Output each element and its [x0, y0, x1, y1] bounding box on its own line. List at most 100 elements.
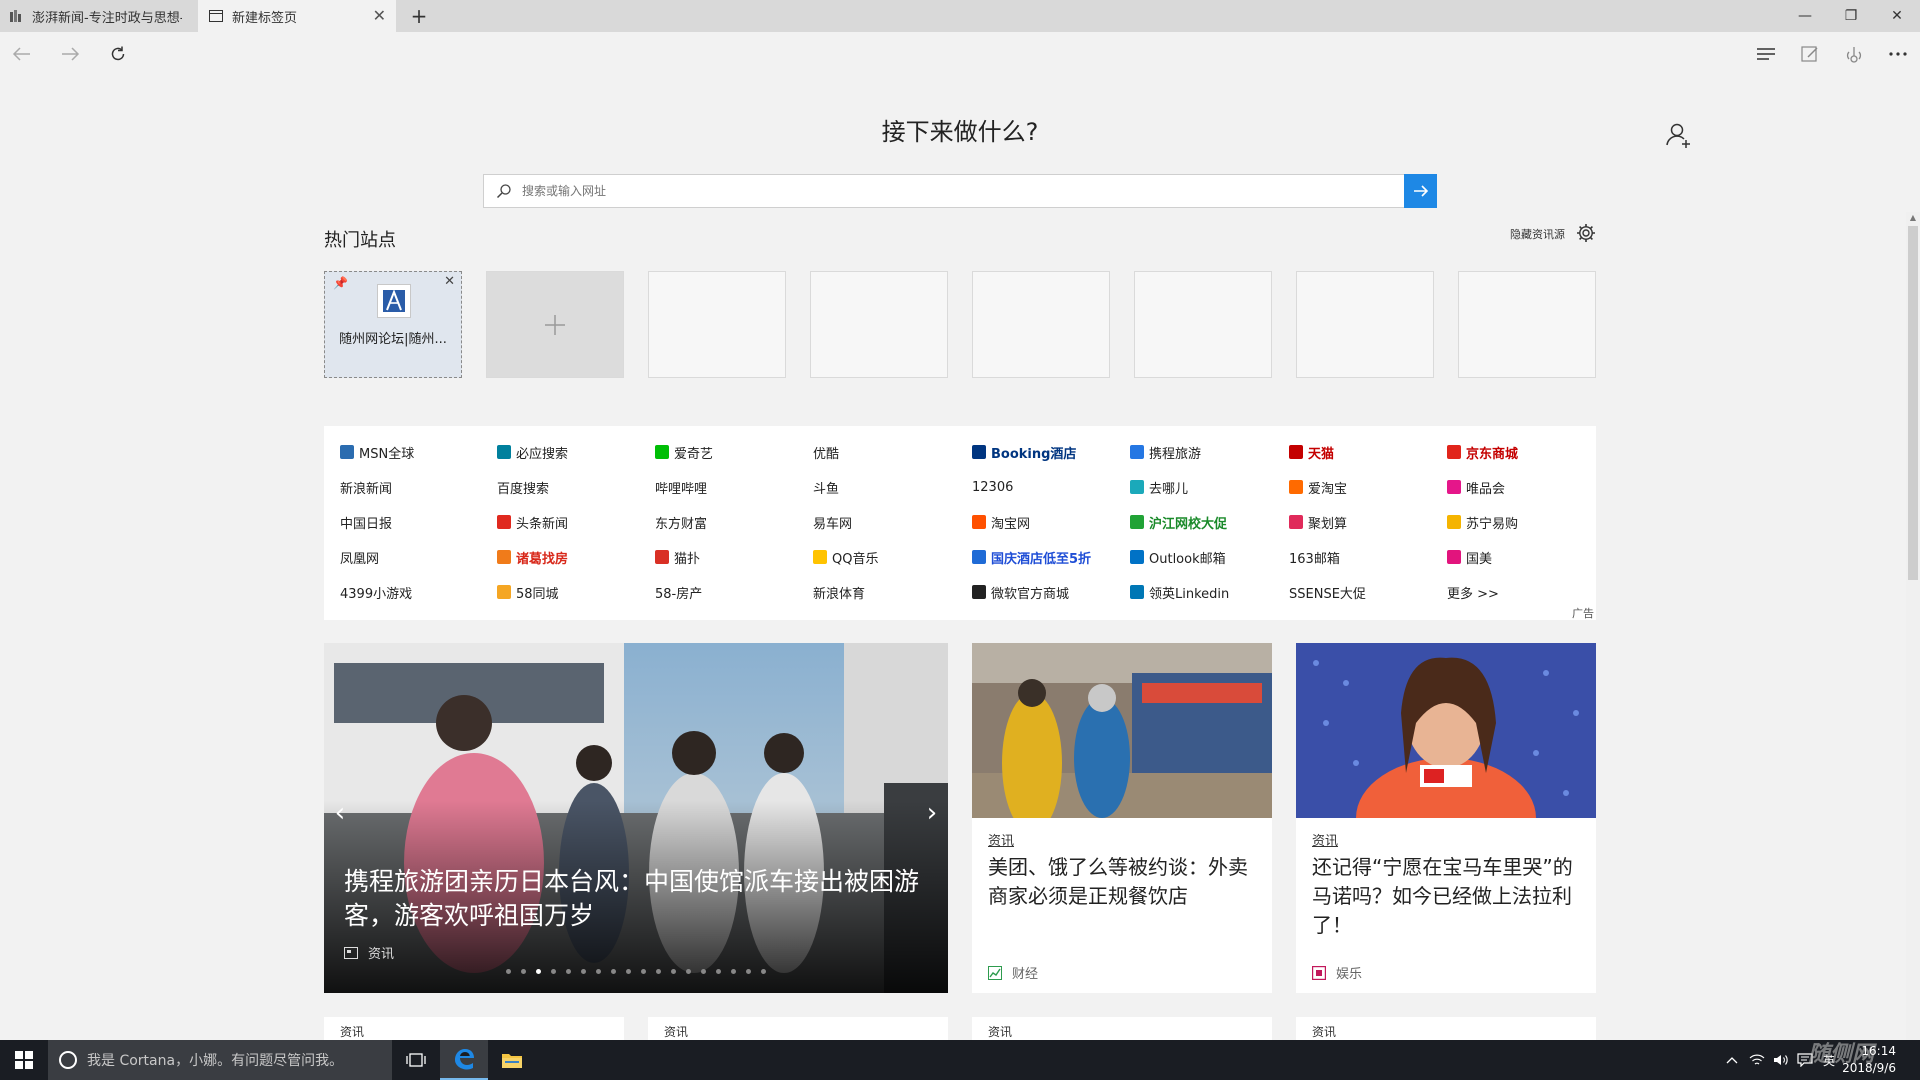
quick-link[interactable]: 京东商城 [1447, 441, 1518, 463]
news-card[interactable]: 资讯 还记得“宁愿在宝马车里哭”的马诺吗？如今已经做上法拉利了！ 娱乐 [1296, 643, 1596, 993]
edge-taskbar-button[interactable] [440, 1040, 488, 1080]
carousel-dot[interactable] [701, 969, 706, 974]
carousel-dot[interactable] [596, 969, 601, 974]
empty-site-tile[interactable] [1296, 271, 1434, 378]
quick-link[interactable]: 猫扑 [655, 546, 700, 568]
refresh-button[interactable] [102, 40, 134, 68]
tab-thepaper[interactable]: 澎湃新闻-专注时政与思想-1 [0, 0, 198, 32]
carousel-dot[interactable] [716, 969, 721, 974]
search-input[interactable] [522, 176, 1382, 206]
carousel-next-button[interactable]: › [918, 793, 946, 833]
remove-tile-icon[interactable]: ✕ [444, 274, 455, 289]
scroll-up-arrow-icon[interactable]: ▲ [1908, 213, 1918, 223]
pin-icon[interactable]: 📌 [333, 276, 348, 290]
news-card-peek[interactable]: 资讯 [972, 1017, 1272, 1040]
quick-link[interactable]: 聚划算 [1289, 511, 1347, 533]
more-button[interactable] [1882, 40, 1914, 68]
quick-link[interactable]: 新浪体育 [813, 581, 865, 603]
news-card-peek[interactable]: 资讯 [648, 1017, 948, 1040]
empty-site-tile[interactable] [1134, 271, 1272, 378]
quick-link[interactable]: 爱淘宝 [1289, 476, 1347, 498]
news-category[interactable]: 资讯 [988, 830, 1014, 849]
quick-link[interactable]: SSENSE大促 [1289, 581, 1366, 603]
quick-link[interactable]: 去哪儿 [1130, 476, 1188, 498]
quick-link[interactable]: 唯品会 [1447, 476, 1505, 498]
network-icon[interactable] [1746, 1050, 1768, 1070]
tab-new-tab[interactable]: 新建标签页 ✕ [198, 0, 396, 32]
empty-site-tile[interactable] [810, 271, 948, 378]
hero-carousel[interactable]: ‹ › 携程旅游团亲历日本台风：中国使馆派车接出被困游客，游客欢呼祖国万岁 资讯 [324, 643, 948, 993]
quick-link[interactable]: 天猫 [1289, 441, 1334, 463]
carousel-dot[interactable] [686, 969, 691, 974]
quick-link[interactable]: 微软官方商城 [972, 581, 1069, 603]
quick-link[interactable]: 优酷 [813, 441, 839, 463]
news-card-peek[interactable]: 资讯 [324, 1017, 624, 1040]
carousel-dot[interactable] [641, 969, 646, 974]
carousel-dot[interactable] [506, 969, 511, 974]
carousel-dot[interactable] [671, 969, 676, 974]
quick-link[interactable]: 国庆酒店低至5折 [972, 546, 1091, 568]
scrollbar-thumb[interactable] [1908, 226, 1918, 580]
news-headline[interactable]: 美团、饿了么等被约谈：外卖商家必须是正规餐饮店 [988, 853, 1263, 911]
share-button[interactable] [1838, 40, 1870, 68]
quick-link[interactable]: 易车网 [813, 511, 852, 533]
news-category[interactable]: 资讯 [1312, 830, 1338, 849]
news-headline[interactable]: 还记得“宁愿在宝马车里哭”的马诺吗？如今已经做上法拉利了！ [1312, 853, 1587, 940]
add-site-tile[interactable] [486, 271, 624, 378]
carousel-prev-button[interactable]: ‹ [326, 793, 354, 833]
quick-link[interactable]: 163邮箱 [1289, 546, 1340, 568]
top-site-tile[interactable]: 📌 ✕ 随州网论坛|随州... [324, 271, 462, 378]
quick-link[interactable]: 淘宝网 [972, 511, 1030, 533]
carousel-dot[interactable] [611, 969, 616, 974]
carousel-dot[interactable] [731, 969, 736, 974]
settings-gear-icon[interactable] [1575, 222, 1597, 244]
quick-link[interactable]: 爱奇艺 [655, 441, 713, 463]
quick-link[interactable]: 凤凰网 [340, 546, 379, 568]
new-tab-button[interactable]: + [406, 4, 432, 28]
clock[interactable]: 16:14 2018/9/6 [1832, 1043, 1896, 1077]
quick-link[interactable]: 12306 [972, 476, 1013, 498]
quick-link[interactable]: 58同城 [497, 581, 559, 603]
quick-link[interactable]: 中国日报 [340, 511, 392, 533]
hub-button[interactable] [1750, 40, 1782, 68]
minimize-button[interactable]: — [1782, 0, 1828, 32]
quick-link[interactable]: 苏宁易购 [1447, 511, 1518, 533]
quick-link[interactable]: 沪江网校大促 [1130, 511, 1227, 533]
carousel-dot[interactable] [746, 969, 751, 974]
close-tab-icon[interactable]: ✕ [373, 6, 386, 25]
news-card[interactable]: 资讯 美团、饿了么等被约谈：外卖商家必须是正规餐饮店 财经 [972, 643, 1272, 993]
quick-link[interactable]: 国美 [1447, 546, 1492, 568]
hide-feed-link[interactable]: 隐藏资讯源 [1510, 226, 1565, 242]
quick-link[interactable]: 斗鱼 [813, 476, 839, 498]
quick-link[interactable]: 更多 >> [1447, 581, 1499, 603]
empty-site-tile[interactable] [1458, 271, 1596, 378]
quick-link[interactable]: 新浪新闻 [340, 476, 392, 498]
web-note-button[interactable] [1794, 40, 1826, 68]
quick-link[interactable]: 头条新闻 [497, 511, 568, 533]
start-button[interactable] [0, 1040, 48, 1080]
quick-link[interactable]: Booking酒店 [972, 441, 1076, 463]
carousel-dot[interactable] [551, 969, 556, 974]
carousel-dot[interactable] [536, 969, 541, 974]
back-button[interactable] [6, 40, 38, 68]
carousel-dot[interactable] [626, 969, 631, 974]
carousel-dot[interactable] [656, 969, 661, 974]
quick-link[interactable]: 百度搜索 [497, 476, 549, 498]
quick-link[interactable]: 诸葛找房 [497, 546, 568, 568]
hero-headline[interactable]: 携程旅游团亲历日本台风：中国使馆派车接出被困游客，游客欢呼祖国万岁 [344, 865, 934, 933]
carousel-dot[interactable] [581, 969, 586, 974]
close-window-button[interactable]: ✕ [1874, 0, 1920, 32]
volume-icon[interactable] [1770, 1050, 1792, 1070]
quick-link[interactable]: MSN全球 [340, 441, 414, 463]
quick-link[interactable]: 哔哩哔哩 [655, 476, 707, 498]
file-explorer-taskbar-button[interactable] [488, 1040, 536, 1080]
quick-link[interactable]: QQ音乐 [813, 546, 878, 568]
quick-link[interactable]: 58-房产 [655, 581, 702, 603]
forward-button[interactable] [54, 40, 86, 68]
carousel-dot[interactable] [761, 969, 766, 974]
carousel-dot[interactable] [566, 969, 571, 974]
news-card-peek[interactable]: 资讯 [1296, 1017, 1596, 1040]
empty-site-tile[interactable] [972, 271, 1110, 378]
quick-link[interactable]: 东方财富 [655, 511, 707, 533]
profile-button[interactable] [1664, 120, 1694, 150]
